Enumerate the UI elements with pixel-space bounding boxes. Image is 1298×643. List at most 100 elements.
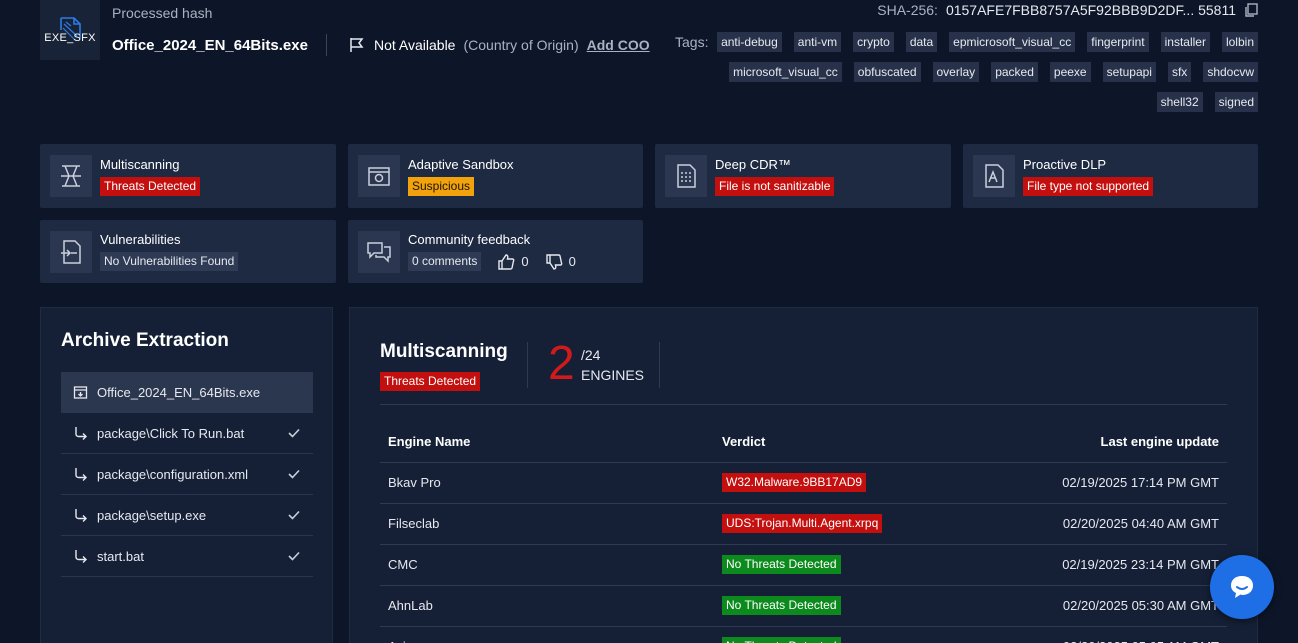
like-button[interactable]: 0 (497, 253, 529, 271)
tag-chip[interactable]: setupapi (1102, 62, 1156, 82)
tag-chip[interactable]: sfx (1167, 62, 1192, 82)
tag-chip[interactable]: shell32 (1156, 92, 1203, 112)
verdict-cell: No Threats Detected (714, 544, 974, 586)
dislike-count: 0 (568, 254, 576, 269)
multiscanning-card[interactable]: Multiscanning Threats Detected (40, 144, 336, 208)
tag-chip[interactable]: crypto (853, 32, 894, 52)
verdict-cell: No Threats Detected (714, 626, 974, 643)
chat-button[interactable] (1210, 555, 1274, 619)
adaptive-sandbox-card[interactable]: Adaptive Sandbox Suspicious (348, 144, 643, 208)
tag-chip[interactable]: data (905, 32, 938, 52)
engines-label: ENGINES (581, 367, 645, 383)
header-divider (326, 34, 327, 56)
card-title: Proactive DLP (1023, 156, 1107, 172)
tag-chip[interactable]: anti-vm (793, 32, 842, 52)
divider (659, 342, 660, 388)
archive-title: Archive Extraction (61, 330, 229, 351)
detection-count: 2 (548, 337, 575, 390)
last-update: 02/20/2025 05:30 AM GMT (974, 585, 1227, 627)
status-badge: Threats Detected (100, 176, 201, 196)
processed-hash-label: Processed hash (112, 5, 213, 21)
card-title: Vulnerabilities (100, 232, 181, 247)
chat-icon (1231, 576, 1253, 598)
deep-cdr-card[interactable]: Deep CDR™ File is not sanitizable (655, 144, 951, 208)
card-title: Multiscanning (100, 156, 180, 172)
verdict-badge: No Threats Detected (722, 555, 841, 574)
multiscan-title: Multiscanning (380, 341, 508, 362)
sha256-value: 0157AFE7FBB8757A5F92BBB9D2DF... 55811 (945, 2, 1236, 18)
file-type-icon: EXE_SFX (40, 0, 100, 60)
dlp-document-icon (973, 155, 1015, 197)
dislike-button[interactable]: 0 (545, 253, 576, 271)
archive-child-item[interactable]: package\Click To Run.bat (61, 413, 313, 454)
tag-chip[interactable]: fingerprint (1087, 32, 1149, 52)
file-icon-label: EXE_SFX (44, 32, 96, 44)
file-name-title: Office_2024_EN_64Bits.exe (112, 37, 308, 54)
proactive-dlp-card[interactable]: Proactive DLP File type not supported (963, 144, 1258, 208)
tag-chip[interactable]: epmicrosoft_visual_cc (949, 32, 1076, 52)
verdict-badge: W32.Malware.9BB17AD9 (722, 473, 867, 492)
column-header-engine[interactable]: Engine Name (380, 422, 714, 463)
vulnerabilities-card[interactable]: Vulnerabilities No Vulnerabilities Found (40, 220, 336, 283)
tag-chip[interactable]: anti-debug (717, 32, 782, 52)
archive-item-label: package\configuration.xml (97, 466, 249, 482)
archive-tree: Office_2024_EN_64Bits.exe package\Click T… (61, 372, 313, 577)
tag-chip[interactable]: packed (991, 62, 1038, 82)
engine-row: CMC No Threats Detected 02/19/2025 23:14 P… (380, 544, 1227, 586)
verdict-cell: No Threats Detected (714, 585, 974, 627)
last-update: 02/20/2025 05:05 AM GMT (974, 626, 1227, 643)
add-coo-link[interactable]: Add COO (587, 37, 650, 53)
engine-row: AhnLab No Threats Detected 02/20/2025 05:3… (380, 585, 1227, 627)
archive-box-icon (73, 385, 89, 400)
tag-chip[interactable]: shdocvw (1203, 62, 1258, 82)
last-update: 02/19/2025 17:14 PM GMT (974, 462, 1227, 504)
engine-row: Filseclab UDS:Trojan.Multi.Agent.xrpq 02/2… (380, 503, 1227, 545)
tag-chip[interactable]: installer (1160, 32, 1210, 52)
last-update: 02/19/2025 23:14 PM GMT (974, 544, 1227, 586)
tag-chip[interactable]: microsoft_visual_cc (729, 62, 842, 82)
archive-child-item[interactable]: package\configuration.xml (61, 454, 313, 495)
column-header-verdict[interactable]: Verdict (714, 422, 974, 463)
archive-child-item[interactable]: package\setup.exe (61, 495, 313, 536)
column-header-last-update[interactable]: Last engine update (974, 422, 1227, 463)
tag-chip[interactable]: signed (1214, 92, 1258, 112)
cdr-document-icon (665, 155, 707, 197)
card-title: Deep CDR™ (715, 156, 791, 172)
child-arrow-icon (73, 508, 89, 523)
last-update: 02/20/2025 04:40 AM GMT (974, 503, 1227, 545)
verdict-cell: W32.Malware.9BB17AD9 (714, 462, 974, 504)
tag-chip[interactable]: obfuscated (853, 62, 921, 82)
child-arrow-icon (73, 467, 89, 482)
status-badge: File type not supported (1023, 176, 1154, 196)
sha256-row: SHA-256: 0157AFE7FBB8757A5F92BBB9D2DF...… (877, 2, 1258, 18)
multiscan-icon (50, 155, 92, 197)
tag-chip[interactable]: overlay (932, 62, 980, 82)
chat-bubbles-icon (358, 230, 400, 273)
archive-child-item[interactable]: start.bat (61, 536, 313, 577)
multiscanning-panel: Multiscanning Threats Detected 2 /24 ENG… (349, 307, 1258, 643)
tags-list: anti-debug anti-vm crypto data epmicrosoft_v… (676, 32, 1258, 112)
engine-name: Avira (380, 626, 714, 643)
divider (380, 404, 1227, 405)
archive-item-label: package\setup.exe (97, 507, 207, 523)
engine-name: Filseclab (380, 503, 714, 545)
thumbs-down-icon (545, 253, 562, 270)
child-arrow-icon (73, 549, 89, 564)
card-title: Community feedback (408, 232, 531, 247)
status-badge: No Vulnerabilities Found (100, 252, 239, 271)
divider (527, 342, 528, 388)
checkmark-icon (287, 508, 301, 525)
verdict-cell: UDS:Trojan.Multi.Agent.xrpq (714, 503, 974, 545)
archive-item-label: start.bat (97, 548, 144, 564)
archive-root-item[interactable]: Office_2024_EN_64Bits.exe (61, 372, 313, 413)
comments-badge[interactable]: 0 comments (408, 252, 482, 271)
card-title: Adaptive Sandbox (408, 156, 514, 172)
engine-row: Bkav Pro W32.Malware.9BB17AD9 02/19/2025 1… (380, 462, 1227, 504)
tag-chip[interactable]: lolbin (1221, 32, 1258, 52)
community-feedback-card: Community feedback 0 comments 0 0 (348, 220, 643, 283)
status-badge: File is not sanitizable (715, 176, 835, 196)
coo-value: Not Available (374, 37, 456, 53)
copy-icon[interactable] (1244, 3, 1258, 17)
engine-table: Engine Name Verdict Last engine update B… (380, 422, 1227, 643)
tag-chip[interactable]: peexe (1049, 62, 1091, 82)
